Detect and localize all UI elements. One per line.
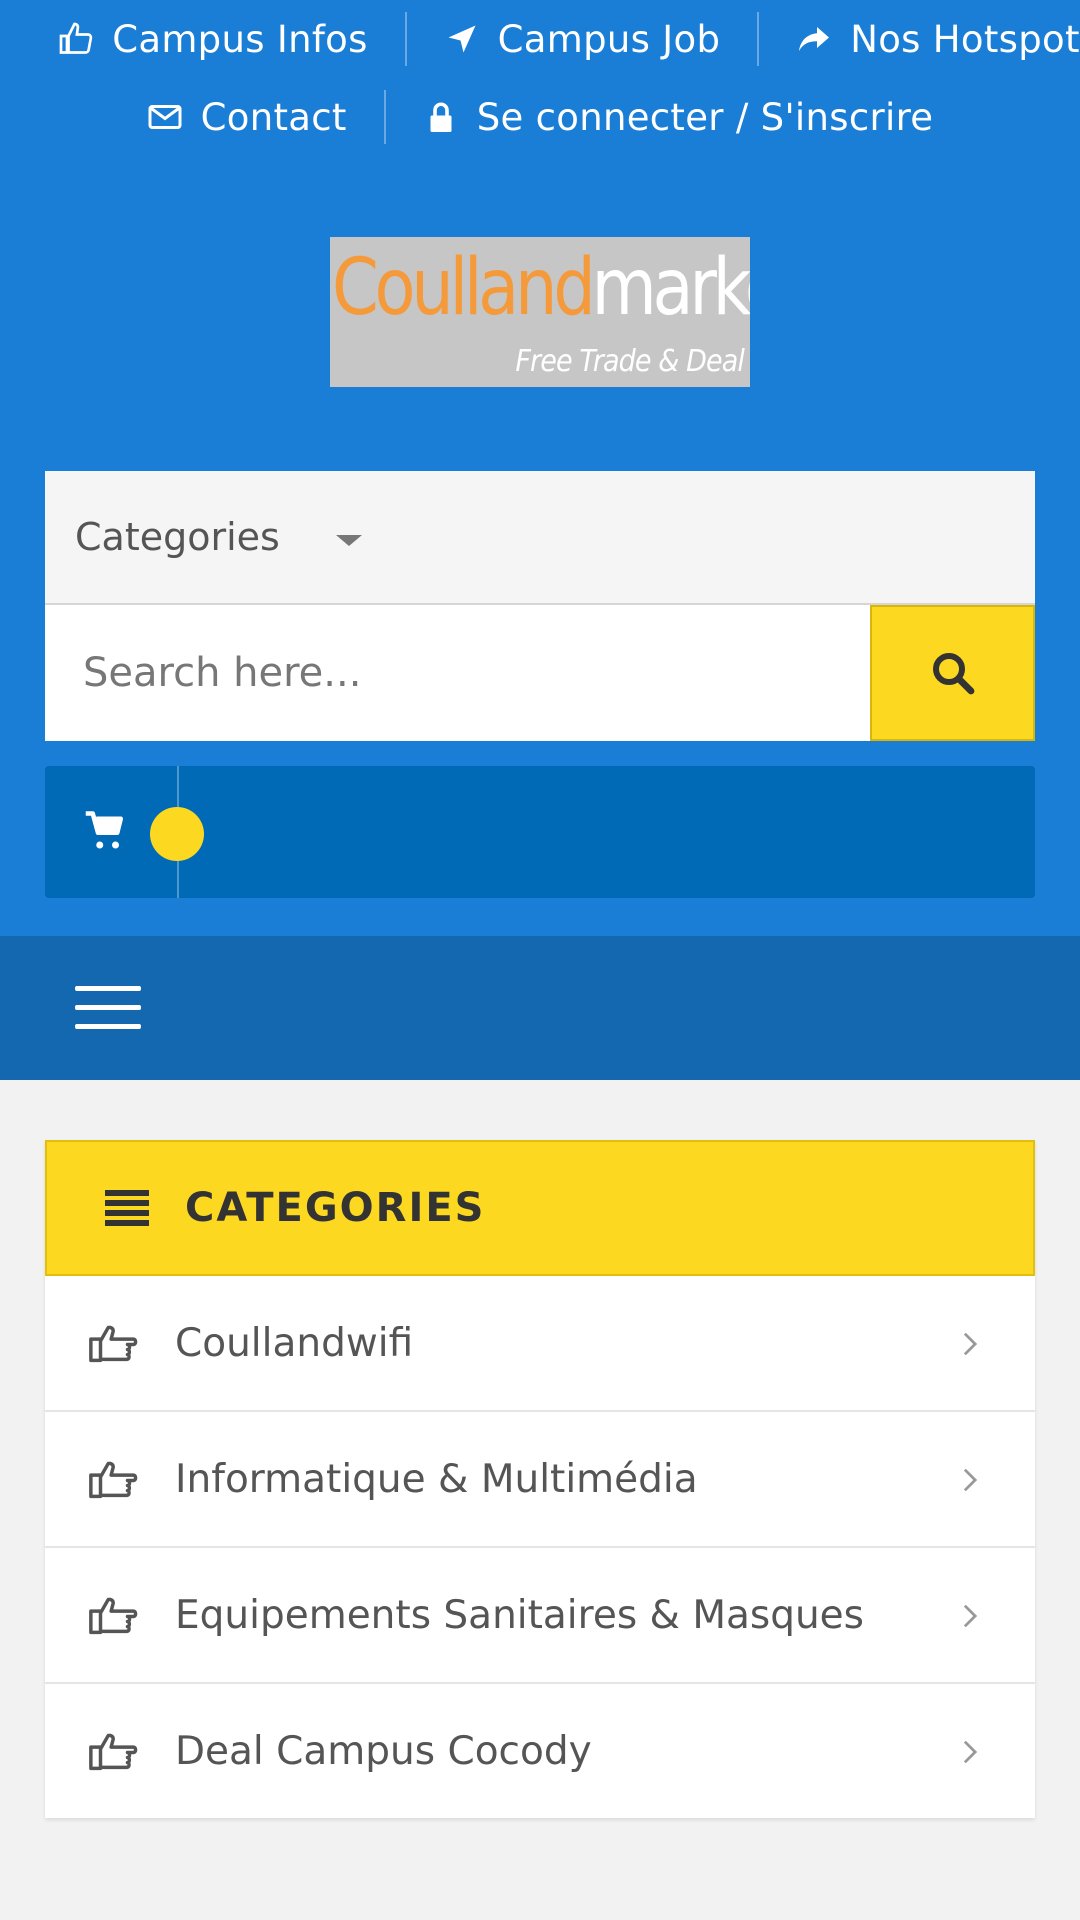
category-select[interactable]: Categories xyxy=(45,471,1035,605)
nav-link-nos-hotspot[interactable]: Nos Hotspot xyxy=(759,12,1080,66)
list-icon xyxy=(105,1190,149,1226)
chevron-right-icon xyxy=(963,1740,977,1764)
chevron-right-icon xyxy=(963,1468,977,1492)
category-item-equipements-sanitaires[interactable]: Equipements Sanitaires & Masques xyxy=(45,1548,1035,1684)
nav-link-label: Campus Infos xyxy=(112,17,368,61)
nav-link-login[interactable]: Se connecter / S'inscrire xyxy=(386,90,971,144)
category-item-informatique[interactable]: Informatique & Multimédia xyxy=(45,1412,1035,1548)
category-item-coullandwifi[interactable]: Coullandwifi xyxy=(45,1276,1035,1412)
categories-heading: CATEGORIES xyxy=(185,1185,486,1231)
search-button[interactable] xyxy=(870,605,1035,741)
nav-link-label: Campus Job xyxy=(497,17,721,61)
logo-wordmark: Coullandmarket xyxy=(332,243,750,333)
caret-down-icon xyxy=(335,534,362,546)
hand-pointing-icon xyxy=(89,1325,138,1363)
cart-count-badge xyxy=(150,807,204,861)
site-logo[interactable]: Coullandmarket Free Trade & Deal xyxy=(330,237,750,387)
categories-header: CATEGORIES xyxy=(45,1140,1035,1276)
category-item-label: Deal Campus Cocody xyxy=(175,1728,592,1774)
site-header: Campus Infos Campus Job Nos Hotspot Cont… xyxy=(0,0,1080,936)
nav-link-campus-infos[interactable]: Campus Infos xyxy=(21,12,407,66)
hand-pointing-icon xyxy=(89,1733,138,1771)
category-item-label: Informatique & Multimédia xyxy=(175,1456,698,1502)
cart-bar[interactable] xyxy=(45,766,1035,898)
top-nav: Campus Infos Campus Job Nos Hotspot Cont… xyxy=(0,0,1080,156)
chevron-right-icon xyxy=(963,1332,977,1356)
share-icon xyxy=(799,27,830,51)
nav-link-campus-job[interactable]: Campus Job xyxy=(407,12,760,66)
category-item-label: Coullandwifi xyxy=(175,1320,414,1366)
search-icon xyxy=(932,653,974,695)
chevron-right-icon xyxy=(963,1604,977,1628)
shopping-cart-icon xyxy=(85,811,124,849)
top-nav-row: Contact Se connecter / S'inscrire xyxy=(0,78,1080,156)
category-item-deal-campus-cocody[interactable]: Deal Campus Cocody xyxy=(45,1684,1035,1818)
location-arrow-icon xyxy=(448,25,476,53)
search-bar xyxy=(45,605,1035,741)
lock-icon xyxy=(430,102,452,132)
hand-pointing-icon xyxy=(89,1597,138,1635)
envelope-icon xyxy=(148,105,182,129)
thumbs-up-icon xyxy=(59,22,93,54)
hand-pointing-icon xyxy=(89,1461,138,1499)
nav-link-label: Contact xyxy=(200,95,347,139)
nav-link-label: Nos Hotspot xyxy=(850,17,1080,61)
nav-link-label: Se connecter / S'inscrire xyxy=(476,95,934,139)
top-nav-row: Campus Infos Campus Job Nos Hotspot xyxy=(0,0,1080,78)
hamburger-menu-icon[interactable] xyxy=(75,986,141,1030)
menu-bar xyxy=(0,936,1080,1080)
search-input[interactable] xyxy=(45,605,870,741)
category-select-label: Categories xyxy=(75,515,280,559)
logo-tagline: Free Trade & Deal xyxy=(515,344,744,379)
nav-link-contact[interactable]: Contact xyxy=(110,90,386,144)
category-item-label: Equipements Sanitaires & Masques xyxy=(175,1592,864,1638)
categories-panel: CATEGORIES Coullandwifi Informatique & M… xyxy=(45,1140,1035,1818)
